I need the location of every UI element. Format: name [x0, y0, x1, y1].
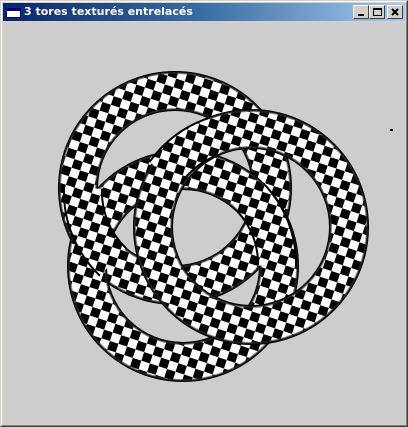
app-window: 3 tores texturés entrelacés	[0, 0, 408, 427]
render-viewport[interactable]	[5, 23, 405, 424]
minimize-button[interactable]	[353, 5, 369, 19]
close-icon	[391, 8, 399, 16]
maximize-icon	[373, 8, 382, 16]
app-window-icon[interactable]	[6, 5, 22, 19]
close-button[interactable]	[387, 5, 403, 19]
window-title: 3 tores texturés entrelacés	[24, 5, 193, 18]
torus-scene	[58, 71, 393, 382]
render-artifact	[390, 129, 393, 131]
maximize-button[interactable]	[369, 5, 385, 19]
minimize-icon	[358, 14, 364, 16]
title-bar[interactable]: 3 tores texturés entrelacés	[3, 3, 405, 21]
